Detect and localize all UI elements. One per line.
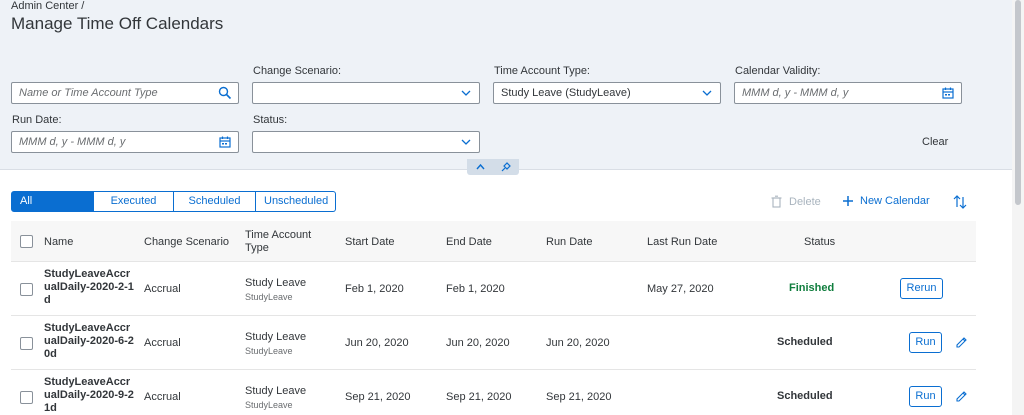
run-button[interactable]: Run xyxy=(909,386,942,407)
chevron-down-icon[interactable] xyxy=(459,135,473,149)
start-date-cell: Sep 21, 2020 xyxy=(345,391,411,403)
calendar-name: StudyLeaveAccrualDaily-2020-2-1d xyxy=(44,268,134,306)
time-account-type-code: StudyLeave xyxy=(245,292,293,302)
plus-icon xyxy=(843,196,853,206)
calendar-name: StudyLeaveAccrualDaily-2020-9-21d xyxy=(44,376,134,414)
clear-button[interactable]: Clear xyxy=(922,136,948,148)
scroll-thumb[interactable] xyxy=(1015,0,1021,205)
edit-icon[interactable] xyxy=(955,390,968,403)
status-badge: Scheduled xyxy=(777,390,833,402)
change-scenario-cell: Accrual xyxy=(144,283,181,295)
table-row[interactable]: StudyLeaveAccrualDaily-2020-2-1d Accrual… xyxy=(11,262,976,316)
chevron-up-icon[interactable] xyxy=(475,162,486,172)
change-scenario-select[interactable] xyxy=(252,82,480,104)
sort-icon[interactable] xyxy=(952,194,968,210)
time-account-type-code: StudyLeave xyxy=(245,346,293,356)
calendar-icon[interactable] xyxy=(941,86,955,100)
time-account-type-value: Study Leave (StudyLeave) xyxy=(501,87,631,99)
pin-icon[interactable] xyxy=(500,162,511,172)
start-date-cell: Feb 1, 2020 xyxy=(345,283,404,295)
col-start-date[interactable]: Start Date xyxy=(345,236,395,248)
col-end-date[interactable]: End Date xyxy=(446,236,492,248)
table-header: Name Change Scenario Time Account Type S… xyxy=(11,221,976,262)
end-date-cell: Feb 1, 2020 xyxy=(446,283,505,295)
edit-icon[interactable] xyxy=(955,336,968,349)
delete-button[interactable]: Delete xyxy=(770,195,821,208)
calendar-icon[interactable] xyxy=(218,135,232,149)
change-scenario-cell: Accrual xyxy=(144,337,181,349)
row-checkbox[interactable] xyxy=(20,391,33,404)
delete-label: Delete xyxy=(789,195,821,208)
chevron-down-icon[interactable] xyxy=(459,86,473,100)
run-date-label: Run Date: xyxy=(12,114,62,126)
row-checkbox[interactable] xyxy=(20,337,33,350)
run-date-input[interactable]: MMM d, y - MMM d, y xyxy=(11,131,239,153)
breadcrumb[interactable]: Admin Center / xyxy=(11,0,84,12)
table-row[interactable]: StudyLeaveAccrualDaily-2020-6-20d Accrua… xyxy=(11,316,976,370)
change-scenario-cell: Accrual xyxy=(144,391,181,403)
select-all-checkbox[interactable] xyxy=(20,235,33,248)
col-time-account-type[interactable]: Time Account Type xyxy=(245,229,325,255)
new-calendar-button[interactable]: New Calendar xyxy=(842,195,930,207)
rerun-button[interactable]: Rerun xyxy=(900,278,943,299)
filter-header: Admin Center / Manage Time Off Calendars… xyxy=(0,0,1012,170)
page-scrollbar[interactable] xyxy=(1012,0,1024,415)
col-run-date[interactable]: Run Date xyxy=(546,236,592,248)
time-account-type-cell: Study Leave xyxy=(245,331,307,343)
status-select[interactable] xyxy=(252,131,480,153)
row-checkbox[interactable] xyxy=(20,283,33,296)
time-account-type-label: Time Account Type: xyxy=(494,65,590,77)
col-name[interactable]: Name xyxy=(44,236,73,248)
start-date-cell: Jun 20, 2020 xyxy=(345,337,409,349)
table-row[interactable]: StudyLeaveAccrualDaily-2020-9-21d Accrua… xyxy=(11,370,976,415)
new-calendar-label: New Calendar xyxy=(860,195,930,207)
calendar-validity-input[interactable]: MMM d, y - MMM d, y xyxy=(734,82,962,104)
status-badge: Finished xyxy=(789,282,835,294)
change-scenario-label: Change Scenario: xyxy=(253,65,342,77)
time-account-type-cell: Study Leave xyxy=(245,385,307,397)
calendar-name: StudyLeaveAccrualDaily-2020-6-20d xyxy=(44,322,134,360)
tab-all-calendars[interactable]: All Calendars xyxy=(11,191,94,226)
col-status[interactable]: Status xyxy=(804,236,835,248)
search-placeholder: Name or Time Account Type xyxy=(19,87,158,99)
tab-unscheduled[interactable]: Unscheduled xyxy=(256,191,336,212)
tab-scheduled[interactable]: Scheduled xyxy=(174,191,256,212)
calendar-filter-tabs: All Calendars Executed Scheduled Unsched… xyxy=(11,191,336,226)
trash-icon xyxy=(771,195,782,208)
run-date-cell: Sep 21, 2020 xyxy=(546,391,612,403)
time-account-type-select[interactable]: Study Leave (StudyLeave) xyxy=(493,82,721,104)
calendars-table: Name Change Scenario Time Account Type S… xyxy=(11,221,976,415)
end-date-cell: Jun 20, 2020 xyxy=(446,337,510,349)
end-date-cell: Sep 21, 2020 xyxy=(446,391,512,403)
chevron-down-icon[interactable] xyxy=(700,86,714,100)
time-account-type-cell: Study Leave xyxy=(245,277,307,289)
last-run-date-cell: May 27, 2020 xyxy=(647,283,714,295)
tab-executed[interactable]: Executed xyxy=(94,191,174,212)
col-change-scenario[interactable]: Change Scenario xyxy=(144,236,229,248)
filter-collapse-bar xyxy=(467,159,519,175)
calendar-validity-label: Calendar Validity: xyxy=(735,65,821,77)
status-badge: Scheduled xyxy=(777,336,833,348)
search-input[interactable]: Name or Time Account Type xyxy=(11,82,239,104)
page-title: Manage Time Off Calendars xyxy=(11,14,224,33)
search-icon[interactable] xyxy=(218,86,232,100)
status-filter-label: Status: xyxy=(253,114,288,126)
time-account-type-code: StudyLeave xyxy=(245,400,293,410)
col-last-run-date[interactable]: Last Run Date xyxy=(647,236,717,248)
run-button[interactable]: Run xyxy=(909,332,942,353)
run-date-placeholder: MMM d, y - MMM d, y xyxy=(19,136,126,148)
run-date-cell: Jun 20, 2020 xyxy=(546,337,610,349)
calendar-validity-placeholder: MMM d, y - MMM d, y xyxy=(742,87,849,99)
